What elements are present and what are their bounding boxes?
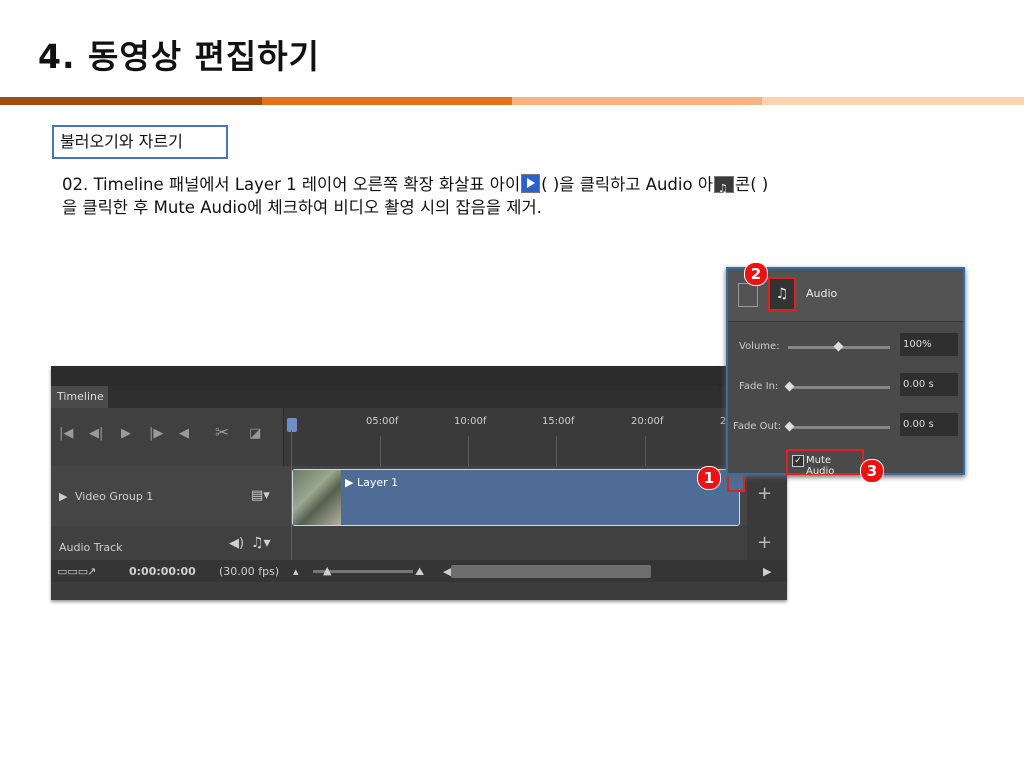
current-timecode: 0:00:00:00 bbox=[129, 565, 196, 578]
step-badge-3: 3 bbox=[860, 459, 884, 483]
ruler-tick bbox=[645, 436, 646, 466]
ruler-label: 10:00f bbox=[454, 416, 487, 427]
clip-thumbnail bbox=[293, 470, 341, 525]
instruction-part1: 02. Timeline 패널에서 Layer 1 레이어 오른쪽 확장 화살표… bbox=[62, 175, 521, 194]
audio-toggle-icon[interactable]: ◀ bbox=[179, 426, 189, 441]
add-audio-icon[interactable]: + bbox=[757, 532, 772, 553]
audio-track-name: Audio Track bbox=[59, 541, 123, 554]
instruction-text: 02. Timeline 패널에서 Layer 1 레이어 오른쪽 확장 화살표… bbox=[62, 173, 982, 219]
fade-in-slider-knob[interactable] bbox=[784, 381, 795, 392]
rule-segment bbox=[262, 97, 512, 105]
layer-1-clip[interactable]: ▶ Layer 1 bbox=[292, 469, 740, 526]
mute-audio-checkbox[interactable]: ✓ bbox=[792, 455, 804, 467]
next-frame-icon[interactable]: |▶ bbox=[149, 426, 163, 441]
music-note-icon[interactable]: ♫▾ bbox=[251, 535, 271, 551]
zoom-in-icon[interactable]: ⛰ bbox=[415, 565, 424, 579]
mute-audio-option[interactable]: ✓ Mute Audio bbox=[786, 449, 864, 477]
timeline-scrollbar[interactable] bbox=[451, 565, 651, 578]
ruler-label: 05:00f bbox=[366, 416, 399, 427]
rule-segment bbox=[512, 97, 762, 105]
ruler-tick bbox=[468, 436, 469, 466]
transition-icon[interactable]: ◪ bbox=[249, 426, 261, 441]
timeline-panel: Timeline |◀ ◀| ▶ |▶ ◀ ✂ ◪ 05:00f 10:00f … bbox=[51, 366, 787, 600]
clip-name-text: Layer 1 bbox=[356, 476, 399, 489]
scroll-right-icon[interactable]: ▶ bbox=[763, 565, 771, 578]
playhead-handle[interactable] bbox=[287, 418, 297, 432]
fade-in-slider[interactable] bbox=[788, 386, 890, 389]
fade-out-slider-knob[interactable] bbox=[784, 421, 795, 432]
fade-out-value[interactable]: 0.00 s bbox=[900, 413, 958, 436]
instruction-part2: ( )을 클릭하고 Audio 아 bbox=[541, 175, 714, 194]
speaker-icon[interactable]: ◀) bbox=[229, 536, 244, 551]
volume-value[interactable]: 100% bbox=[900, 333, 958, 356]
convert-icon[interactable]: ↗ bbox=[87, 565, 96, 578]
video-group-toggle-icon[interactable]: ▶ bbox=[59, 490, 67, 503]
audio-track-row: Audio Track ◀) ♫▾ bbox=[51, 526, 787, 560]
transport-controls: |◀ ◀| ▶ |▶ ◀ ✂ ◪ bbox=[51, 408, 284, 466]
slide-title: 4. 동영상 편집하기 bbox=[38, 37, 320, 76]
onion-skin-icon[interactable]: ▭▭▭ bbox=[57, 565, 88, 578]
fade-in-value[interactable]: 0.00 s bbox=[900, 373, 958, 396]
audio-icon bbox=[714, 176, 735, 200]
popup-title: Audio bbox=[806, 287, 838, 300]
timeline-status-bar: ▭▭▭ ↗ 0:00:00:00 (30.00 fps) ▴ ▲ ⛰ ◀ ▶ bbox=[51, 560, 787, 582]
scissors-icon[interactable]: ✂ bbox=[215, 423, 229, 443]
rule-segment bbox=[0, 97, 262, 105]
section-label: 불러오기와 자르기 bbox=[52, 125, 228, 159]
time-ruler[interactable]: 05:00f 10:00f 15:00f 20:00f 2 bbox=[284, 408, 787, 466]
fade-out-slider[interactable] bbox=[788, 426, 890, 429]
ruler-label: 20:00f bbox=[631, 416, 664, 427]
volume-slider-knob[interactable] bbox=[833, 341, 844, 352]
add-track-icon[interactable]: + bbox=[757, 483, 772, 504]
prev-frame-icon[interactable]: ◀| bbox=[89, 426, 103, 441]
film-icon[interactable]: ▤▾ bbox=[251, 488, 270, 503]
volume-label: Volume: bbox=[739, 341, 780, 352]
zoom-out-icon[interactable]: ▴ bbox=[293, 565, 299, 578]
audio-options-popup: ♫ Audio Volume: 100% Fade In: 0.00 s Fad… bbox=[726, 267, 965, 477]
ruler-tick bbox=[556, 436, 557, 466]
tab-timeline[interactable]: Timeline bbox=[51, 386, 108, 408]
step-badge-1: 1 bbox=[697, 466, 721, 490]
play-icon bbox=[521, 174, 541, 193]
fade-out-label: Fade Out: bbox=[733, 421, 782, 432]
panel-top-bar bbox=[51, 366, 787, 386]
ruler-tick bbox=[380, 436, 381, 466]
music-note-icon[interactable]: ♫ bbox=[768, 277, 796, 311]
play-button[interactable]: ▶ bbox=[121, 426, 131, 441]
rule-segment bbox=[762, 97, 1024, 105]
fade-in-label: Fade In: bbox=[739, 381, 779, 392]
mute-audio-label: Mute Audio bbox=[806, 455, 835, 477]
first-frame-icon[interactable]: |◀ bbox=[59, 426, 73, 441]
panel-bottom-strip bbox=[51, 582, 787, 600]
frame-rate: (30.00 fps) bbox=[219, 565, 280, 578]
zoom-slider-knob[interactable]: ▲ bbox=[323, 564, 331, 577]
video-group-name: Video Group 1 bbox=[75, 490, 154, 503]
step-badge-2: 2 bbox=[744, 262, 768, 286]
ruler-label: 15:00f bbox=[542, 416, 575, 427]
clip-name: ▶ Layer 1 bbox=[345, 476, 399, 489]
video-tab-icon[interactable] bbox=[738, 283, 758, 307]
instruction-part3: 콘( ) bbox=[735, 175, 769, 194]
panel-tab-bar bbox=[51, 386, 787, 408]
instruction-line2: 을 클릭한 후 Mute Audio에 체크하여 비디오 촬영 시의 잡음을 제… bbox=[62, 198, 542, 217]
